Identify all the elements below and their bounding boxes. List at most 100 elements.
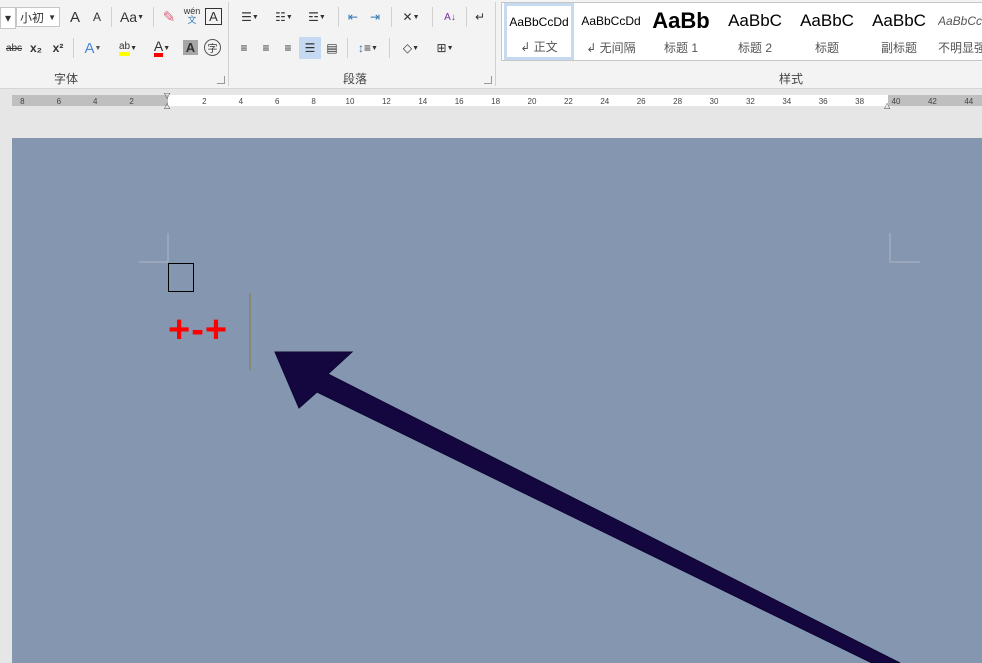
bullets-button[interactable]: ☰ ▼ [236, 7, 264, 27]
justify-icon: ☰ [304, 41, 316, 55]
justify-button[interactable]: ☰ [299, 37, 321, 59]
align-right-button[interactable]: ≡ [279, 38, 297, 58]
style-subtle-emphasis[interactable]: AaBbCc 不明显强 [938, 3, 982, 60]
style-sample: AaBbC [872, 11, 926, 30]
ruler-tick-label: 26 [636, 97, 646, 106]
ruler-tick-label: 12 [381, 97, 391, 106]
style-label: 标题 1 [663, 41, 698, 55]
superscript-button[interactable]: x² [50, 38, 66, 58]
first-line-indent-marker[interactable]: ▽ [164, 91, 170, 100]
ruler-tick-label: 4 [238, 97, 244, 106]
left-indent-marker[interactable]: △ [164, 101, 170, 110]
text-effect-icon: A [84, 39, 95, 57]
chinese-layout-button[interactable]: ✕ ▼ [397, 7, 425, 27]
arrow-annotation [274, 351, 901, 663]
increase-indent-button[interactable]: ⇥ [366, 7, 384, 27]
char-shading-icon: A [185, 40, 196, 55]
sort-icon: A↓ [444, 11, 456, 23]
paint-bucket-icon: ◇ [402, 41, 413, 55]
grow-font-button[interactable]: A [66, 7, 84, 27]
chevron-down-icon: ▼ [48, 12, 56, 22]
enclose-char-icon: 字 [207, 44, 218, 55]
font-size-dropdown[interactable]: 小初 ▼ [16, 7, 60, 27]
style-heading-1[interactable]: AaBb 标题 1 [650, 3, 712, 60]
grow-font-icon: A [69, 8, 80, 26]
style-subtitle[interactable]: AaBbC 副标题 [864, 3, 934, 60]
highlight-button[interactable]: ab ▼ [113, 38, 143, 58]
font-name-dropdown[interactable]: ▾ [0, 7, 16, 29]
style-sample: AaBbC [800, 11, 854, 30]
style-normal[interactable]: AaBbCcDd ↲ 正文 [504, 3, 574, 60]
document-canvas [139, 233, 920, 663]
align-center-icon: ≡ [262, 41, 270, 55]
styles-group-label: 样式 [779, 72, 804, 86]
line-spacing-button[interactable]: ↕ ≡ ▼ [354, 38, 382, 58]
line-spacing-icon: ↕ [358, 41, 365, 55]
shrink-font-icon: A [92, 10, 101, 24]
align-center-button[interactable]: ≡ [257, 38, 275, 58]
styles-gallery: AaBbCcDd ↲ 正文 AaBbCcDd ↲ 无间隔 AaBb 标题 1 AaBb… [501, 2, 982, 61]
text-box [168, 263, 194, 292]
decrease-indent-button[interactable]: ⇤ [344, 7, 362, 27]
style-sample: AaBbCc [938, 14, 982, 28]
ruler-tick-label: 24 [600, 97, 610, 106]
ruler-tick-label: 34 [782, 97, 792, 106]
font-group-label: 字体 [54, 72, 79, 86]
style-label: 不明显强 [938, 41, 982, 55]
ruler-tick-label: 2 [202, 97, 207, 106]
outdent-icon: ⇤ [347, 10, 359, 24]
text-effects-button[interactable]: A ▼ [80, 38, 106, 58]
font-color-button[interactable]: A ▼ [147, 38, 177, 58]
strikethrough-button[interactable]: abc [4, 38, 24, 58]
ruler-tick-label: 4 [92, 97, 98, 106]
show-marks-button[interactable]: ↵ [472, 7, 488, 27]
sort-button[interactable]: A↓ [440, 7, 460, 27]
style-heading-2[interactable]: AaBbC 标题 2 [720, 3, 790, 60]
subscript-icon: x₂ [29, 41, 42, 55]
ribbon: ▾ 小初 ▼ A A Aa ▼ ✎ wén 文 A abc x₂ x² A ▼ ab ▼ … [0, 0, 982, 89]
font-dialog-launcher[interactable] [217, 76, 225, 84]
ruler-tick-label: 8 [20, 97, 25, 106]
change-case-icon: Aa [119, 9, 138, 25]
style-sample: AaBbCcDd [581, 14, 641, 28]
shrink-font-button[interactable]: A [89, 7, 105, 27]
ruler-tick-label: 22 [563, 97, 573, 106]
ruler-tick-label: 44 [964, 97, 974, 106]
bullet-list-icon: ☰ [241, 10, 252, 24]
ruler-tick-label: 38 [855, 97, 865, 106]
document-text[interactable]: +-+ [168, 310, 228, 350]
char-shading-button[interactable]: A [183, 40, 198, 55]
style-sample: AaBbCcDd [509, 15, 569, 29]
ruler-tick-label: 8 [311, 97, 316, 106]
subscript-button[interactable]: x₂ [28, 38, 44, 58]
ruler-tick-label: 28 [673, 97, 683, 106]
style-title[interactable]: AaBbC 标题 [792, 3, 862, 60]
char-border-button[interactable]: A [205, 8, 222, 25]
margin-corner-marks [139, 233, 920, 263]
style-sample: AaBb [652, 8, 710, 33]
ruler-tick-label: 2 [129, 97, 134, 106]
numbering-button[interactable]: ☷ ▼ [270, 7, 298, 27]
indent-icon: ⇥ [369, 10, 381, 24]
document-page[interactable]: +-+ [12, 138, 982, 663]
phonetic-guide-button[interactable]: wén 文 [182, 6, 202, 26]
paragraph-group-label: 段落 [343, 72, 368, 86]
align-left-icon: ≡ [240, 41, 248, 55]
change-case-button[interactable]: Aa ▼ [117, 7, 147, 27]
clear-formatting-button[interactable]: ✎ [160, 7, 178, 27]
style-label: 标题 2 [737, 41, 772, 55]
distributed-button[interactable]: ▤ [323, 38, 341, 58]
right-indent-marker[interactable]: △ [884, 101, 890, 110]
borders-button[interactable]: ⊞ ▼ [430, 38, 460, 58]
ruler-tick-label: 14 [418, 97, 428, 106]
style-label: ↲ 正文 [520, 40, 558, 54]
style-no-spacing[interactable]: AaBbCcDd ↲ 无间隔 [576, 3, 646, 60]
horizontal-ruler[interactable]: 8 6 4 2 2 4 6 8 10 12 14 16 18 20 22 24 26 28 30 32 34 36 38 40… [0, 91, 982, 111]
enclose-char-button[interactable]: 字 [204, 39, 221, 56]
numbered-list-icon: ☷ [275, 10, 286, 24]
align-left-button[interactable]: ≡ [235, 38, 253, 58]
shading-button[interactable]: ◇ ▼ [396, 38, 426, 58]
multilevel-list-button[interactable]: ☲ ▼ [303, 7, 331, 27]
paragraph-dialog-launcher[interactable] [484, 76, 492, 84]
distributed-icon: ▤ [326, 41, 338, 55]
